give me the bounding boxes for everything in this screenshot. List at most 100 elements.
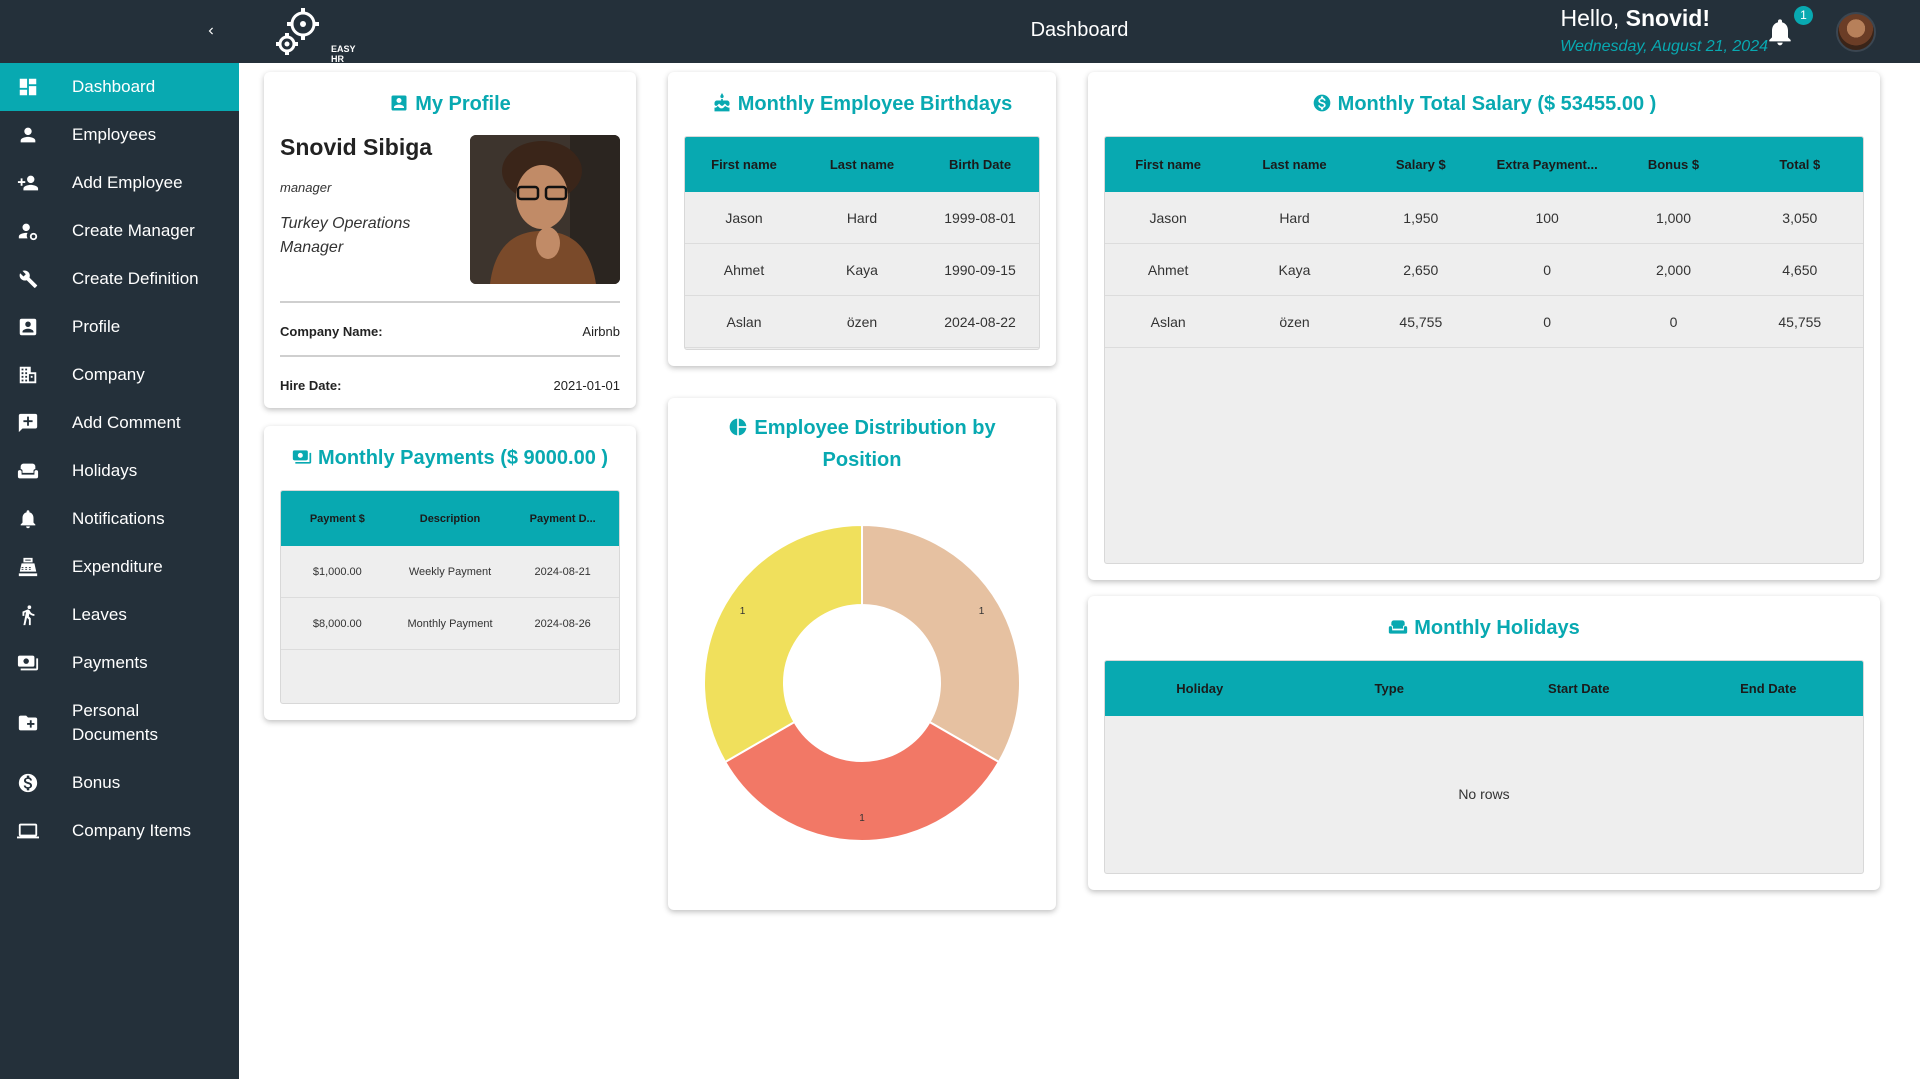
- sidebar-item-company-items[interactable]: Company Items: [0, 807, 239, 855]
- sidebar-item-profile[interactable]: Profile: [0, 303, 239, 351]
- sidebar-item-label: Holidays: [72, 461, 138, 480]
- holidays-title: Monthly Holidays: [1088, 612, 1880, 644]
- company-name-row: Company Name: Airbnb: [280, 324, 620, 339]
- sidebar-item-create-definition[interactable]: Create Definition: [0, 255, 239, 303]
- table-row[interactable]: Ahmet Kaya 2,650 0 2,000 4,650: [1105, 244, 1863, 296]
- column-header[interactable]: Description: [394, 513, 507, 525]
- dollar-circle-icon: [16, 771, 40, 795]
- column-header[interactable]: Total $: [1737, 157, 1863, 172]
- column-header[interactable]: Last name: [1231, 157, 1357, 172]
- table-cell: Kaya: [1278, 261, 1311, 278]
- greeting-prefix: Hello,: [1560, 5, 1626, 31]
- holidays-table: Holiday Type Start Date End Date No rows: [1104, 660, 1864, 874]
- sidebar-item-create-manager[interactable]: Create Manager: [0, 207, 239, 255]
- sidebar: Dashboard Employees Add Employee Create …: [0, 0, 239, 1079]
- folder-add-icon: [16, 711, 40, 735]
- table-header: Holiday Type Start Date End Date: [1105, 661, 1863, 716]
- table-cell: Weekly Payment: [408, 565, 492, 578]
- table-cell: Ahmet: [723, 261, 765, 278]
- sidebar-item-label: Create Manager: [72, 221, 195, 240]
- notifications-button[interactable]: [1764, 16, 1796, 48]
- sidebar-item-expenditure[interactable]: Expenditure: [0, 543, 239, 591]
- birthdays-table: First name Last name Birth Date Jason Ha…: [684, 136, 1040, 350]
- table-row[interactable]: $1,000.00 Weekly Payment 2024-08-21: [281, 546, 619, 598]
- dollar-circle-icon: [1313, 94, 1331, 112]
- payments-card: Monthly Payments ($ 9000.00 ) Payment $ …: [264, 426, 636, 720]
- table-cell: 2024-08-26: [534, 617, 591, 630]
- bell-icon: [1769, 19, 1791, 46]
- sidebar-item-company[interactable]: Company: [0, 351, 239, 399]
- table-row[interactable]: Aslan özen 45,755 0 0 45,755: [1105, 296, 1863, 348]
- table-cell: 1,950: [1403, 209, 1439, 226]
- sidebar-item-label: Employees: [72, 125, 157, 144]
- person-icon: [16, 123, 40, 147]
- table-header: First name Last name Birth Date: [685, 137, 1039, 192]
- sidebar-item-leaves[interactable]: Leaves: [0, 591, 239, 639]
- hire-date-row: Hire Date: 2021-01-01: [280, 378, 620, 393]
- hire-date-label: Hire Date:: [280, 378, 342, 393]
- sidebar-item-label: Bonus: [72, 773, 121, 792]
- laptop-icon: [16, 819, 40, 843]
- table-cell: 3,050: [1782, 209, 1818, 226]
- salary-title-text: Monthly Total Salary ($ 53455.00 ): [1337, 93, 1657, 115]
- payments-card-title: Monthly Payments ($ 9000.00 ): [264, 442, 636, 474]
- company-name-label: Company Name:: [280, 324, 383, 339]
- pie-slice[interactable]: [861, 523, 1021, 764]
- table-cell: Aslan: [1150, 313, 1186, 330]
- sidebar-item-employees[interactable]: Employees: [0, 111, 239, 159]
- table-cell: 2024-08-21: [534, 565, 591, 578]
- column-header[interactable]: Payment $: [281, 513, 394, 525]
- table-row[interactable]: Jason Hard 1,950 100 1,000 3,050: [1105, 192, 1863, 244]
- sidebar-item-payments[interactable]: Payments: [0, 639, 239, 687]
- column-header[interactable]: Birth Date: [921, 157, 1039, 172]
- cake-icon: [714, 93, 730, 112]
- column-header[interactable]: Payment D...: [506, 513, 619, 525]
- avatar[interactable]: [1836, 12, 1876, 52]
- table-cell: 45,755: [1399, 313, 1443, 330]
- sidebar-item-bonus[interactable]: Bonus: [0, 759, 239, 807]
- birthdays-card: Monthly Employee Birthdays First name La…: [668, 72, 1056, 366]
- building-icon: [16, 363, 40, 387]
- sidebar-item-holidays[interactable]: Holidays: [0, 447, 239, 495]
- table-cell: 1,000: [1655, 209, 1691, 226]
- profile-job-title: Turkey Operations Manager: [280, 215, 411, 256]
- table-row[interactable]: $8,000.00 Monthly Payment 2024-08-26: [281, 598, 619, 650]
- sidebar-item-label: Profile: [72, 317, 121, 336]
- table-row[interactable]: Jason Hard 1999-08-01: [685, 192, 1039, 244]
- column-header[interactable]: Start Date: [1484, 681, 1674, 696]
- column-header[interactable]: Holiday: [1105, 681, 1295, 696]
- pie-slice-label: 1: [859, 813, 865, 824]
- sidebar-item-notifications[interactable]: Notifications: [0, 495, 239, 543]
- profile-card: My Profile Snovid Sibiga manager Turkey …: [264, 72, 636, 408]
- sidebar-item-label: Notifications: [72, 509, 165, 528]
- sidebar-item-add-comment[interactable]: Add Comment: [0, 399, 239, 447]
- pie-slice[interactable]: [703, 523, 863, 764]
- table-cell: Monthly Payment: [407, 617, 493, 630]
- column-header[interactable]: End Date: [1674, 681, 1864, 696]
- table-cell: 1999-08-01: [944, 209, 1016, 226]
- column-header[interactable]: First name: [685, 157, 803, 172]
- sidebar-item-dashboard[interactable]: Dashboard: [0, 63, 239, 111]
- table-cell: Jason: [1149, 209, 1187, 226]
- column-header[interactable]: Type: [1295, 681, 1485, 696]
- column-header[interactable]: First name: [1105, 157, 1231, 172]
- profile-divider: [280, 301, 620, 303]
- pie-chart-icon: [730, 418, 747, 436]
- sidebar-item-personal-documents[interactable]: Personal Documents: [0, 687, 239, 759]
- holidays-title-text: Monthly Holidays: [1414, 617, 1580, 639]
- column-header[interactable]: Bonus $: [1610, 157, 1736, 172]
- table-row[interactable]: Aslan özen 2024-08-22: [685, 296, 1039, 348]
- distribution-card-title-line2: Position: [822, 449, 902, 471]
- sidebar-item-label: Add Employee: [72, 173, 183, 192]
- sidebar-item-add-employee[interactable]: Add Employee: [0, 159, 239, 207]
- sofa-icon: [1389, 620, 1408, 634]
- column-header[interactable]: Extra Payment...: [1484, 157, 1610, 172]
- distribution-card: Employee Distribution by Position 1 1 1: [668, 398, 1056, 910]
- distribution-card-title: Employee Distribution by: [668, 412, 1056, 444]
- column-header[interactable]: Last name: [803, 157, 921, 172]
- sidebar-item-label: Leaves: [72, 605, 127, 624]
- collapse-sidebar-button[interactable]: [198, 18, 224, 44]
- table-row[interactable]: Ahmet Kaya 1990-09-15: [685, 244, 1039, 296]
- sidebar-item-label: Personal Documents: [72, 701, 158, 744]
- column-header[interactable]: Salary $: [1358, 157, 1484, 172]
